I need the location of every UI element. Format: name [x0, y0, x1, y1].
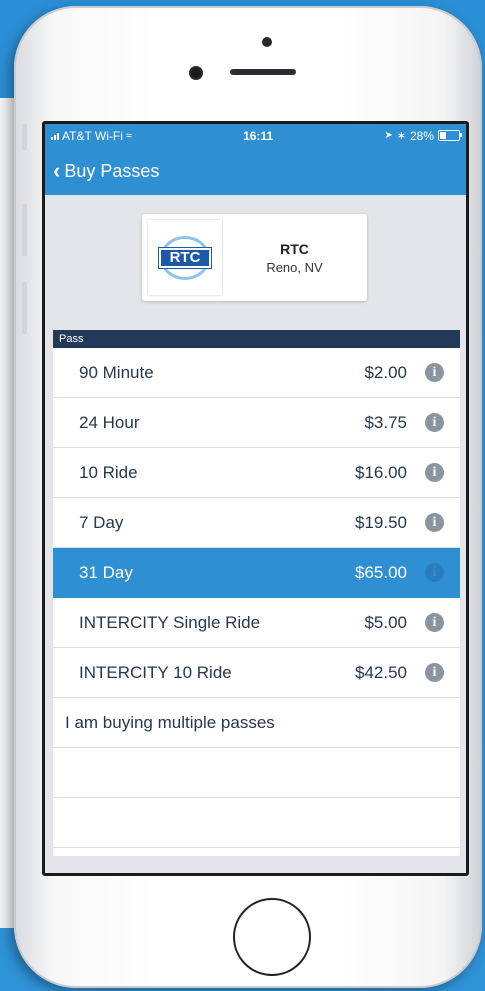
pass-price: $19.50	[355, 512, 407, 532]
info-icon[interactable]: i	[425, 563, 444, 582]
volume-up-button	[22, 204, 27, 256]
pass-row-intercity-single[interactable]: INTERCITY Single Ride $5.00 i	[53, 598, 460, 648]
pass-price: $65.00	[355, 562, 407, 582]
pass-price: $2.00	[364, 362, 407, 382]
location-icon: ➤	[384, 130, 393, 141]
multiple-passes-row[interactable]: I am buying multiple passes	[53, 698, 460, 748]
agency-card: RTC RTC Reno, NV	[142, 214, 367, 301]
volume-down-button	[22, 282, 27, 334]
pass-row-10-ride[interactable]: 10 Ride $16.00 i	[53, 448, 460, 498]
carrier-label: AT&T Wi-Fi	[62, 128, 123, 143]
bluetooth-icon: ∗	[396, 130, 406, 142]
pass-list: Pass 90 Minute $2.00 i 24 Hour $3.75 i 1…	[53, 330, 460, 856]
empty-row	[53, 748, 460, 798]
chevron-left-icon: ‹	[53, 158, 61, 183]
pass-name: INTERCITY Single Ride	[79, 612, 261, 632]
app-display: AT&T Wi-Fi ≈ 16:11 ➤ ∗ 28% ‹ Buy Passes …	[45, 124, 466, 873]
info-icon[interactable]: i	[425, 413, 444, 432]
pass-price: $3.75	[364, 412, 407, 432]
earpiece-speaker	[230, 69, 296, 75]
pass-name: 7 Day	[79, 512, 124, 532]
list-header: Pass	[53, 330, 460, 348]
info-icon[interactable]: i	[425, 613, 444, 632]
pass-name: 90 Minute	[79, 362, 154, 382]
phone-screen: AT&T Wi-Fi ≈ 16:11 ➤ ∗ 28% ‹ Buy Passes …	[42, 121, 469, 876]
battery-percent: 28%	[409, 128, 434, 143]
pass-name: 24 Hour	[79, 412, 140, 432]
pass-row-90-minute[interactable]: 90 Minute $2.00 i	[53, 348, 460, 398]
pass-name: 31 Day	[79, 562, 133, 582]
proximity-sensor	[262, 37, 272, 47]
agency-location: Reno, NV	[266, 260, 323, 275]
logo-text: RTC	[158, 246, 212, 269]
mute-switch	[22, 124, 27, 150]
pass-price: $16.00	[355, 462, 407, 482]
agency-logo: RTC	[148, 220, 222, 295]
status-time: 16:11	[243, 128, 274, 143]
pass-row-7-day[interactable]: 7 Day $19.50 i	[53, 498, 460, 548]
empty-row	[53, 798, 460, 848]
info-icon[interactable]: i	[425, 463, 444, 482]
pass-row-intercity-10-ride[interactable]: INTERCITY 10 Ride $42.50 i	[53, 648, 460, 698]
status-bar: AT&T Wi-Fi ≈ 16:11 ➤ ∗ 28%	[45, 124, 466, 147]
multiple-passes-label: I am buying multiple passes	[65, 712, 275, 732]
pass-row-24-hour[interactable]: 24 Hour $3.75 i	[53, 398, 460, 448]
pass-name: INTERCITY 10 Ride	[79, 662, 232, 682]
back-button[interactable]: ‹ Buy Passes	[53, 158, 159, 184]
battery-icon	[437, 130, 462, 141]
front-camera	[189, 66, 203, 80]
home-button[interactable]	[233, 898, 311, 976]
pass-price: $5.00	[364, 612, 407, 632]
info-icon[interactable]: i	[425, 663, 444, 682]
pass-row-31-day[interactable]: 31 Day $65.00 i	[53, 548, 460, 598]
nav-bar: ‹ Buy Passes	[45, 147, 466, 195]
wifi-icon: ≈	[125, 129, 132, 142]
agency-name: RTC	[280, 241, 309, 257]
info-icon[interactable]: i	[425, 363, 444, 382]
pass-name: 10 Ride	[79, 462, 138, 482]
signal-icon	[51, 132, 59, 140]
back-label: Buy Passes	[64, 160, 160, 181]
info-icon[interactable]: i	[425, 513, 444, 532]
pass-price: $42.50	[355, 662, 407, 682]
